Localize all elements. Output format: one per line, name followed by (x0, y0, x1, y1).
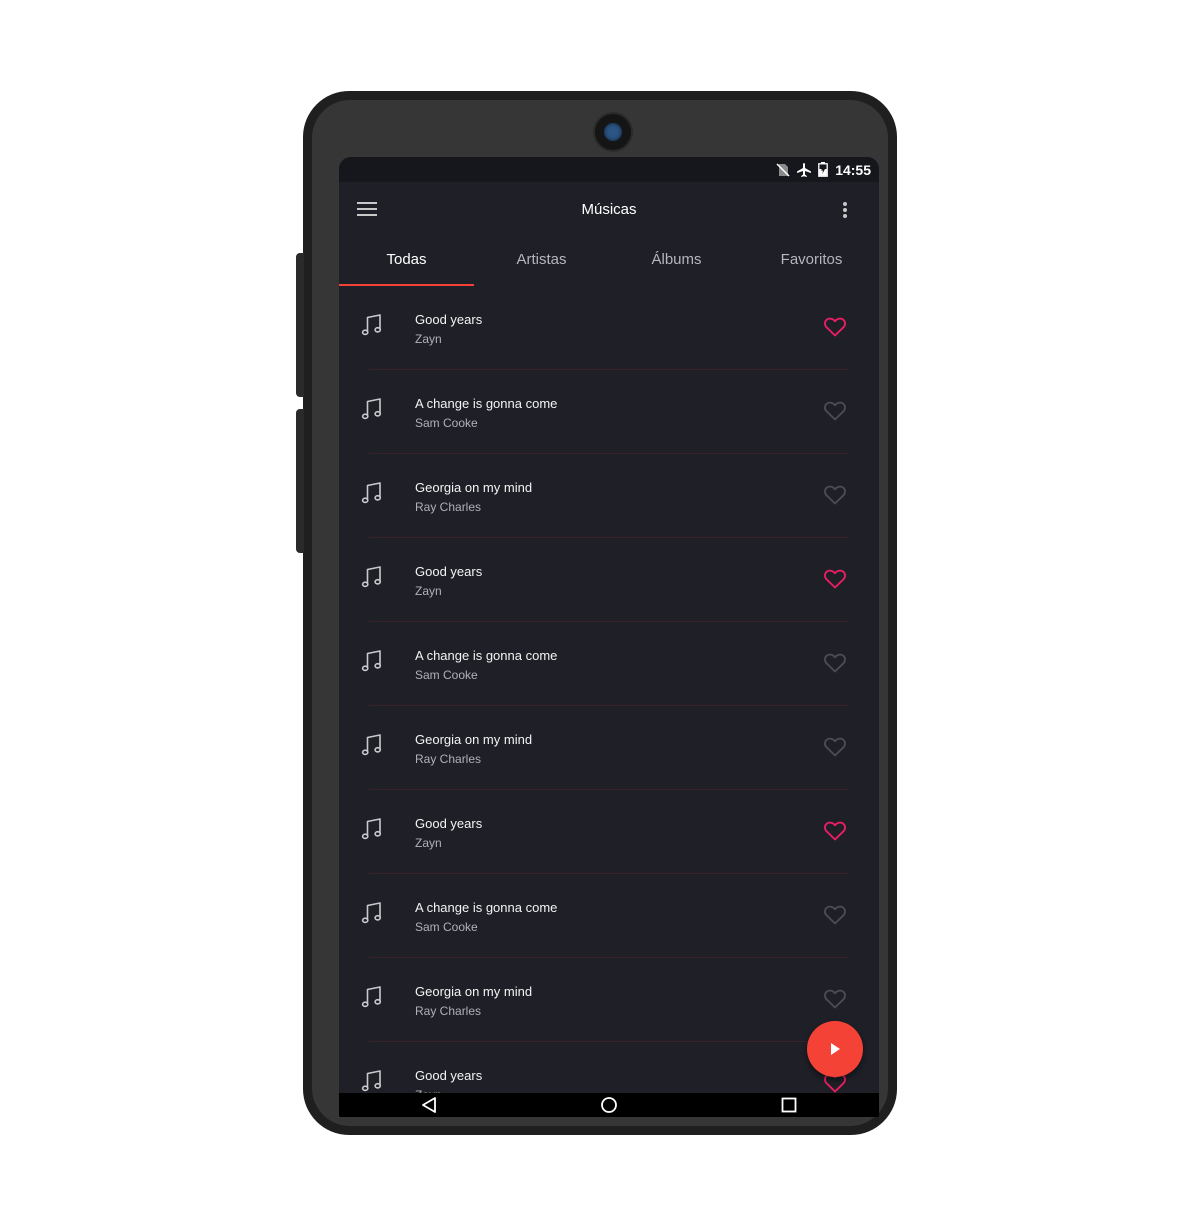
song-artist: Ray Charles (415, 752, 482, 766)
no-sim-icon (776, 162, 790, 177)
recents-icon[interactable] (780, 1096, 798, 1114)
favorite-heart-icon[interactable] (823, 903, 847, 925)
song-artist: Zayn (415, 332, 442, 346)
status-clock: 14:55 (835, 161, 871, 178)
more-vert-icon[interactable] (841, 202, 849, 220)
back-icon[interactable] (420, 1096, 438, 1114)
song-title: A change is gonna come (415, 900, 558, 915)
airplane-mode-icon (796, 162, 812, 178)
song-artist: Sam Cooke (415, 920, 478, 934)
home-icon[interactable] (600, 1096, 618, 1114)
favorite-heart-icon[interactable] (823, 567, 847, 589)
list-item[interactable]: A change is gonna come Sam Cooke (339, 622, 879, 706)
song-artist: Zayn (415, 584, 442, 598)
system-nav-bar (339, 1093, 879, 1117)
list-item[interactable]: Georgia on my mind Ray Charles (339, 454, 879, 538)
song-title: A change is gonna come (415, 396, 558, 411)
list-item[interactable]: Georgia on my mind Ray Charles (339, 958, 879, 1042)
play-button[interactable] (807, 1021, 863, 1077)
page-title: Músicas (581, 201, 637, 218)
song-title: Georgia on my mind (415, 480, 533, 495)
battery-charging-icon (818, 162, 829, 177)
tab-favoritos[interactable]: Favoritos (744, 238, 879, 286)
favorite-heart-icon[interactable] (823, 315, 847, 337)
list-item[interactable]: Good years Zayn (339, 286, 879, 370)
tab-albums[interactable]: Álbums (609, 238, 744, 286)
favorite-heart-icon[interactable] (823, 399, 847, 421)
list-item[interactable]: A change is gonna come Sam Cooke (339, 370, 879, 454)
music-note-icon (361, 733, 383, 757)
status-bar: 14:55 (339, 157, 879, 182)
favorite-heart-icon[interactable] (823, 735, 847, 757)
tablet-device-frame: 14:55 Músicas Todas Artistas Álbums Favorit… (296, 91, 897, 1135)
music-note-icon (361, 565, 383, 589)
song-list: Good years Zayn A change is gonna come Sam … (339, 286, 879, 1117)
tab-todas[interactable]: Todas (339, 238, 474, 286)
song-title: Good years (415, 1068, 483, 1083)
song-title: Georgia on my mind (415, 732, 533, 747)
list-item[interactable]: Good years Zayn (339, 790, 879, 874)
song-artist: Sam Cooke (415, 416, 478, 430)
song-artist: Zayn (415, 836, 442, 850)
list-item[interactable]: A change is gonna come Sam Cooke (339, 874, 879, 958)
favorite-heart-icon[interactable] (823, 987, 847, 1009)
tab-artistas[interactable]: Artistas (474, 238, 609, 286)
tab-bar: Todas Artistas Álbums Favoritos (339, 238, 879, 286)
volume-down-button[interactable] (296, 409, 304, 553)
play-icon (831, 1043, 840, 1055)
list-item[interactable]: Good years Zayn (339, 538, 879, 622)
music-note-icon (361, 649, 383, 673)
music-note-icon (361, 901, 383, 925)
music-note-icon (361, 985, 383, 1009)
song-artist: Ray Charles (415, 1004, 482, 1018)
favorite-heart-icon[interactable] (823, 819, 847, 841)
front-camera (595, 114, 631, 150)
music-note-icon (361, 1069, 383, 1093)
music-note-icon (361, 397, 383, 421)
song-title: Good years (415, 312, 483, 327)
song-artist: Sam Cooke (415, 668, 478, 682)
song-title: Georgia on my mind (415, 984, 533, 999)
song-artist: Ray Charles (415, 500, 482, 514)
app-bar: Músicas (339, 182, 879, 238)
favorite-heart-icon[interactable] (823, 483, 847, 505)
list-item[interactable]: Georgia on my mind Ray Charles (339, 706, 879, 790)
music-note-icon (361, 481, 383, 505)
favorite-heart-icon[interactable] (823, 651, 847, 673)
music-note-icon (361, 817, 383, 841)
volume-up-button[interactable] (296, 253, 304, 397)
song-title: Good years (415, 564, 483, 579)
app-screen: 14:55 Músicas Todas Artistas Álbums Favorit… (339, 157, 879, 1117)
song-title: A change is gonna come (415, 648, 558, 663)
device-bezel: 14:55 Músicas Todas Artistas Álbums Favorit… (312, 100, 888, 1126)
song-title: Good years (415, 816, 483, 831)
music-note-icon (361, 313, 383, 337)
